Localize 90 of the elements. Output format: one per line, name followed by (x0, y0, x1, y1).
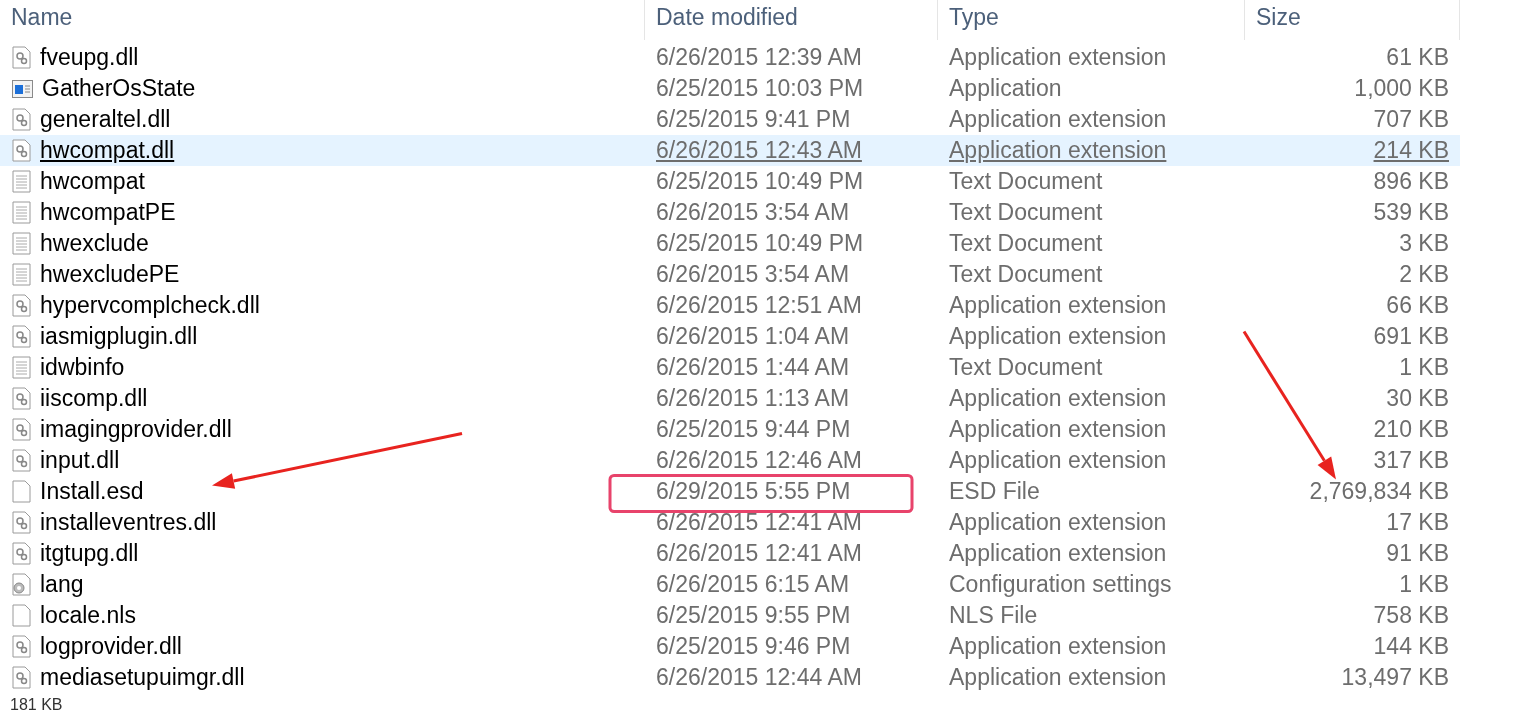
date-modified: 6/26/2015 3:54 AM (655, 261, 850, 288)
file-type: Application extension (948, 44, 1167, 71)
file-type: Text Document (948, 261, 1103, 288)
file-size: 691 KB (1373, 323, 1450, 350)
column-header[interactable]: Size (1245, 0, 1460, 40)
file-name[interactable]: lang (40, 571, 84, 598)
date-modified: 6/26/2015 1:13 AM (655, 385, 850, 412)
date-modified: 6/25/2015 9:46 PM (655, 633, 851, 660)
file-type: Application extension (948, 137, 1167, 164)
file-type: Application extension (948, 292, 1167, 319)
file-size: 1 KB (1399, 354, 1450, 381)
file-size: 13,497 KB (1341, 664, 1450, 691)
file-name[interactable]: iiscomp.dll (40, 385, 148, 412)
date-modified: 6/25/2015 9:44 PM (655, 416, 851, 443)
date-modified: 6/26/2015 3:54 AM (655, 199, 850, 226)
file-name[interactable]: mediasetupuimgr.dll (40, 664, 245, 691)
date-modified: 6/26/2015 12:46 AM (655, 447, 862, 474)
file-name[interactable]: locale.nls (40, 602, 136, 629)
file-type: ESD File (948, 478, 1040, 505)
file-type: Application extension (948, 633, 1167, 660)
file-type: Application extension (948, 509, 1167, 536)
file-size: 61 KB (1386, 44, 1450, 71)
file-name[interactable]: Install.esd (40, 478, 144, 505)
date-modified: 6/26/2015 12:51 AM (655, 292, 862, 319)
file-size: 896 KB (1373, 168, 1450, 195)
file-size: 2 KB (1399, 261, 1450, 288)
date-modified: 6/25/2015 10:49 PM (655, 230, 864, 257)
file-type: Application extension (948, 385, 1167, 412)
file-name[interactable]: hwcompat.dll (40, 137, 175, 164)
file-size: 539 KB (1373, 199, 1450, 226)
date-modified: 6/26/2015 1:04 AM (655, 323, 850, 350)
file-type: Text Document (948, 168, 1103, 195)
date-modified: 6/26/2015 12:43 AM (655, 137, 862, 164)
file-type: Application extension (948, 106, 1167, 133)
file-type: Text Document (948, 199, 1103, 226)
file-name[interactable]: input.dll (40, 447, 120, 474)
column-header[interactable]: Type (938, 0, 1245, 40)
file-type: Configuration settings (948, 571, 1172, 598)
file-size: 707 KB (1373, 106, 1450, 133)
file-name[interactable]: installeventres.dll (40, 509, 217, 536)
file-size: 144 KB (1373, 633, 1450, 660)
file-name[interactable]: hypervcomplcheck.dll (40, 292, 260, 319)
file-name[interactable]: hwexclude (40, 230, 149, 257)
file-type: Application extension (948, 447, 1167, 474)
file-size: 758 KB (1373, 602, 1450, 629)
file-name[interactable]: fveupg.dll (40, 44, 139, 71)
date-modified: 6/26/2015 12:39 AM (655, 44, 862, 71)
file-type: Application extension (948, 416, 1167, 443)
date-modified: 6/26/2015 12:41 AM (655, 540, 862, 567)
file-name[interactable]: imagingprovider.dll (40, 416, 232, 443)
column-header[interactable]: Date modified (645, 0, 938, 40)
file-size: 210 KB (1373, 416, 1450, 443)
date-modified: 6/26/2015 6:15 AM (655, 571, 850, 598)
date-modified: 6/29/2015 5:55 PM (655, 478, 851, 505)
column-header[interactable]: Name (0, 0, 645, 40)
file-size: 2,769,834 KB (1309, 478, 1450, 505)
file-size: 17 KB (1386, 509, 1450, 536)
date-modified: 6/25/2015 10:03 PM (655, 75, 864, 102)
file-type: Application (948, 75, 1062, 102)
file-size: 317 KB (1373, 447, 1450, 474)
file-row-highlight[interactable]: hwcompat.dll 6/26/2015 12:43 AM Application extension 214 KB (0, 135, 1460, 166)
date-modified: 6/26/2015 1:44 AM (655, 354, 850, 381)
file-name[interactable]: generaltel.dll (40, 106, 171, 133)
file-name[interactable]: idwbinfo (40, 354, 125, 381)
file-size: 3 KB (1399, 230, 1450, 257)
date-modified: 6/25/2015 10:49 PM (655, 168, 864, 195)
file-size: 30 KB (1386, 385, 1450, 412)
file-name[interactable]: logprovider.dll (40, 633, 182, 660)
date-modified: 6/26/2015 12:44 AM (655, 664, 862, 691)
file-type: Text Document (948, 230, 1103, 257)
file-type: Application extension (948, 664, 1167, 691)
status-text: 181 KB (10, 696, 63, 714)
date-modified: 6/25/2015 9:41 PM (655, 106, 851, 133)
file-size: 1,000 KB (1354, 75, 1450, 102)
date-modified: 6/26/2015 12:41 AM (655, 509, 862, 536)
file-name[interactable]: iasmigplugin.dll (40, 323, 198, 350)
file-type: Text Document (948, 354, 1103, 381)
file-type: Application extension (948, 323, 1167, 350)
file-name[interactable]: hwexcludePE (40, 261, 180, 288)
file-name[interactable]: hwcompat (40, 168, 145, 195)
file-type: Application extension (948, 540, 1167, 567)
date-modified: 6/25/2015 9:55 PM (655, 602, 851, 629)
file-name[interactable]: itgtupg.dll (40, 540, 139, 567)
file-type: NLS File (948, 602, 1038, 629)
file-name[interactable]: GatherOsState (42, 75, 196, 102)
file-size: 214 KB (1373, 137, 1450, 164)
file-size: 1 KB (1399, 571, 1450, 598)
file-size: 91 KB (1386, 540, 1450, 567)
file-name[interactable]: hwcompatPE (40, 199, 176, 226)
file-size: 66 KB (1386, 292, 1450, 319)
